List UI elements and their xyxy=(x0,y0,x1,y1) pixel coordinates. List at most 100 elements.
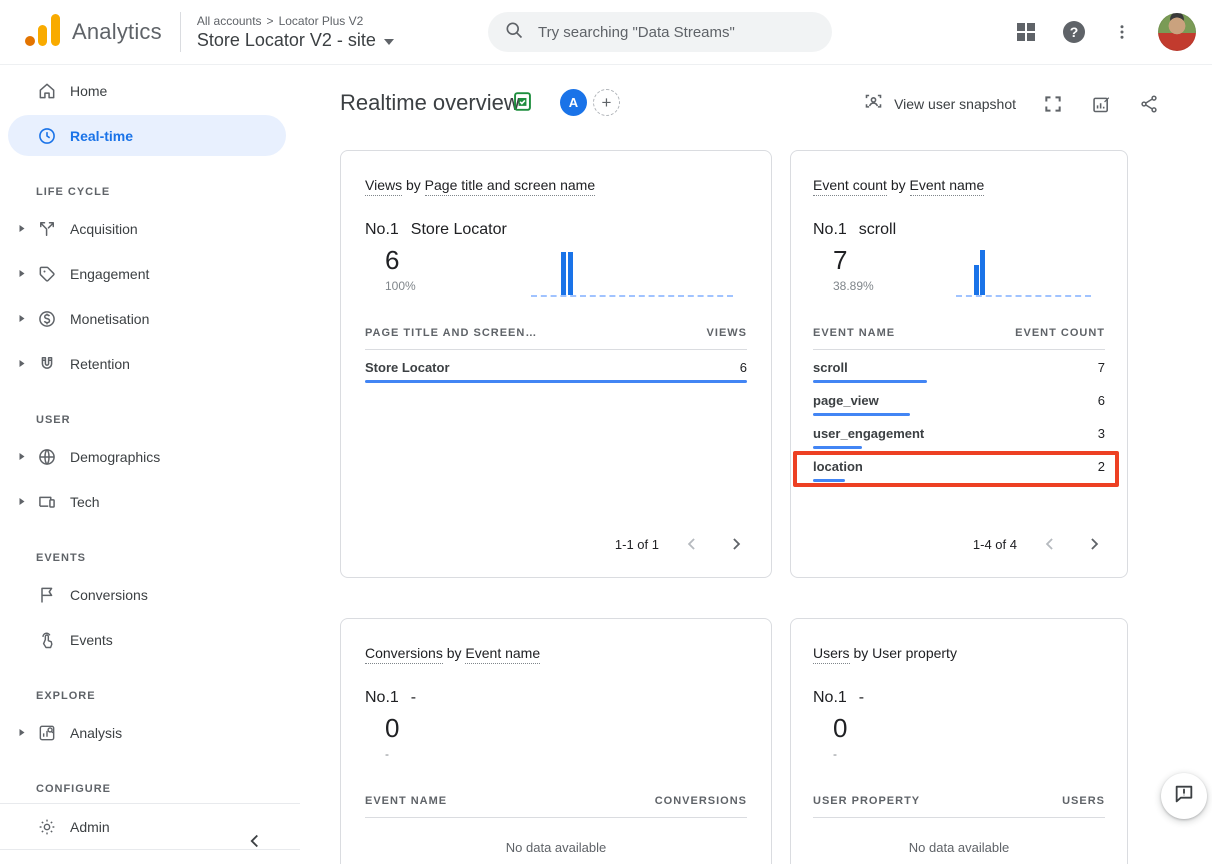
expand-arrow-icon[interactable] xyxy=(18,359,28,368)
demographics-icon xyxy=(36,446,58,468)
card-title: Event count by Event name xyxy=(813,173,1105,197)
expand-arrow-icon[interactable] xyxy=(18,728,28,737)
column-header: EVENT NAME xyxy=(813,327,895,339)
expand-arrow-icon[interactable] xyxy=(18,497,28,506)
card-title: Users by User property xyxy=(813,641,1105,665)
sparkline-chart xyxy=(531,249,733,297)
sidebar-item-label: Home xyxy=(70,83,107,99)
avatar[interactable] xyxy=(1158,13,1196,51)
expand-arrow-icon[interactable] xyxy=(18,269,28,278)
metric-block: 6100% xyxy=(365,245,747,303)
help-icon[interactable]: ? xyxy=(1062,20,1086,44)
column-header: EVENT COUNT xyxy=(1015,327,1105,339)
row-value: 6 xyxy=(1098,393,1105,408)
card-title-part[interactable]: Event name xyxy=(910,177,985,196)
card-title-part[interactable]: Page title and screen name xyxy=(425,177,595,196)
row-name: location xyxy=(813,459,863,474)
sidebar-section-user: USER xyxy=(0,386,300,434)
metric-percent: - xyxy=(385,747,389,761)
card-title-part[interactable]: Views xyxy=(365,177,402,196)
sidebar-item-label: Retention xyxy=(70,356,130,372)
chevron-right-icon[interactable] xyxy=(725,533,747,555)
table-row[interactable]: Store Locator6 xyxy=(365,350,747,383)
sidebar-item-events[interactable]: Events xyxy=(0,617,300,662)
sidebar-item-tech[interactable]: Tech xyxy=(0,479,300,524)
top-item-line: No.1Store Locator xyxy=(365,221,747,239)
sidebar-item-demographics[interactable]: Demographics xyxy=(0,434,300,479)
card-title-part[interactable]: Event name xyxy=(465,645,540,664)
chevron-left-icon[interactable] xyxy=(681,533,703,555)
card-table: EVENT NAME EVENT COUNT scroll7 page_view 6 us… xyxy=(813,327,1105,482)
metric-value: 7 xyxy=(833,245,847,276)
sidebar-item-label: Conversions xyxy=(70,587,148,603)
sidebar-item-analysis[interactable]: Analysis xyxy=(0,710,300,755)
rank-label: No.1 xyxy=(813,689,847,707)
metric-block: 0- xyxy=(813,713,1105,771)
table-row[interactable]: page_view 6 xyxy=(813,383,1105,416)
metric-percent: 38.89% xyxy=(833,279,874,293)
cards-grid: Views by Page title and screen nameNo.1S… xyxy=(340,150,1128,864)
expand-arrow-icon[interactable] xyxy=(18,314,28,323)
chevron-left-icon[interactable] xyxy=(1039,533,1061,555)
tech-icon xyxy=(36,491,58,513)
sidebar-item-label: Events xyxy=(70,632,113,648)
expand-arrow-icon[interactable] xyxy=(18,452,28,461)
sidebar-item-monetisation[interactable]: Monetisation xyxy=(0,296,300,341)
no-data-text: No data available xyxy=(813,840,1105,855)
sidebar-item-real-time[interactable]: Real-time xyxy=(0,113,300,158)
view-user-snapshot-button[interactable]: View user snapshot xyxy=(863,92,1016,116)
top-item-line: No.1scroll xyxy=(813,221,1105,239)
sidebar-collapse-button[interactable] xyxy=(244,830,268,854)
header-divider xyxy=(180,12,181,52)
top-item-line: No.1- xyxy=(365,689,747,707)
monetisation-icon xyxy=(36,308,58,330)
card-table: PAGE TITLE AND SCREEN…VIEWSStore Locator… xyxy=(365,327,747,383)
sidebar-item-conversions[interactable]: Conversions xyxy=(0,572,300,617)
sidebar-item-engagement[interactable]: Engagement xyxy=(0,251,300,296)
apps-grid-icon[interactable] xyxy=(1014,20,1038,44)
chart-edit-icon[interactable] xyxy=(1090,93,1112,115)
sidebar-item-home[interactable]: Home xyxy=(0,68,300,113)
share-icon[interactable] xyxy=(1138,93,1160,115)
metric-percent: - xyxy=(833,747,837,761)
sparkline-bar xyxy=(568,252,573,295)
rank-label: No.1 xyxy=(365,689,399,707)
acquisition-icon xyxy=(36,218,58,240)
card-title-part[interactable]: Users xyxy=(813,645,850,664)
green-doc-check-icon[interactable] xyxy=(512,91,533,117)
analytics-logo[interactable]: Analytics xyxy=(22,11,162,54)
comparison-chip[interactable]: A xyxy=(560,89,587,116)
fullscreen-icon[interactable] xyxy=(1042,93,1064,115)
rank-label: No.1 xyxy=(813,221,847,239)
more-vertical-icon[interactable] xyxy=(1110,20,1134,44)
chevron-right-icon[interactable] xyxy=(1083,533,1105,555)
sidebar-item-label: Monetisation xyxy=(70,311,149,327)
feedback-button[interactable] xyxy=(1161,773,1207,819)
sparkline-chart xyxy=(956,249,1091,297)
breadcrumb-current[interactable]: Locator Plus V2 xyxy=(279,14,364,28)
add-comparison-button[interactable]: + xyxy=(593,89,620,116)
sidebar-item-acquisition[interactable]: Acquisition xyxy=(0,206,300,251)
sidebar-item-retention[interactable]: Retention xyxy=(0,341,300,386)
top-item-line: No.1- xyxy=(813,689,1105,707)
search-input[interactable] xyxy=(536,23,810,42)
column-header: USER PROPERTY xyxy=(813,795,920,807)
metric-percent: 100% xyxy=(385,279,416,293)
table-row[interactable]: user_engagement3 xyxy=(813,416,1105,449)
row-name: page_view xyxy=(813,393,879,408)
card-title-part[interactable]: Conversions xyxy=(365,645,443,664)
breadcrumb-path[interactable]: All accounts xyxy=(197,14,262,28)
card-title-part[interactable]: Event count xyxy=(813,177,887,196)
table-row[interactable]: scroll7 xyxy=(813,350,1105,383)
sidebar-item-label: Analysis xyxy=(70,725,122,741)
feedback-bubble-icon xyxy=(1173,783,1195,810)
property-selector[interactable]: Store Locator V2 - site xyxy=(197,30,394,51)
row-value: 7 xyxy=(1098,360,1105,375)
user-snapshot-icon xyxy=(863,92,884,116)
table-row[interactable]: location2 xyxy=(813,449,1105,482)
search-bar[interactable] xyxy=(488,12,832,52)
analysis-icon xyxy=(36,722,58,744)
card-users-by-user-property: Users by User propertyNo.1-0-USER PROPER… xyxy=(790,618,1128,864)
expand-arrow-icon[interactable] xyxy=(18,224,28,233)
sparkline-bar xyxy=(974,265,979,295)
